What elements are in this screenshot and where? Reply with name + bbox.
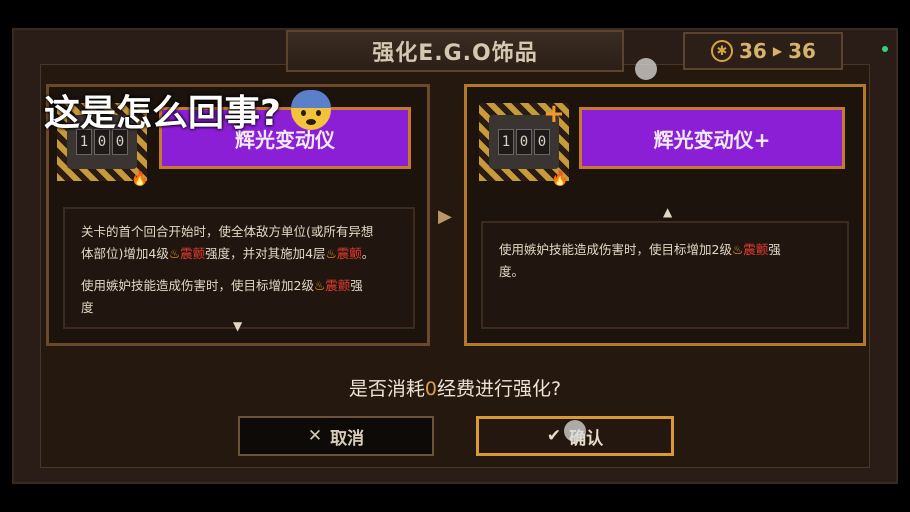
desc-text: 强度，并对其施加4层 [205, 246, 326, 261]
caption-text: 这是怎么回事? [44, 93, 281, 134]
check-icon: ✔ [546, 426, 562, 446]
desc-line: 使用嫉妒技能造成伤害时，使目标增加2级♨震颤强 [499, 239, 831, 261]
item-description[interactable]: 使用嫉妒技能造成伤害时，使目标增加2级♨震颤强 度。 [481, 221, 849, 329]
close-icon: ✕ [307, 426, 323, 446]
desc-text: 体部位)增加4级 [81, 246, 169, 261]
desc-text: 。 [361, 246, 375, 261]
counter-digit: 1 [498, 129, 514, 155]
keyword-tremor: 震颤 [180, 246, 206, 261]
desc-line: 度。 [499, 264, 525, 279]
counter-digit: 0 [534, 129, 550, 155]
level-to: 36 [788, 39, 816, 63]
flame-icon: 🔥 [551, 171, 569, 187]
cancel-label: 取消 [330, 428, 365, 449]
dialog-title-bar: 强化E.G.O饰品 [286, 30, 624, 72]
dialog-title: 强化E.G.O饰品 [372, 41, 538, 66]
counter-digit: 0 [516, 129, 532, 155]
prompt-text: 经费进行强化? [437, 378, 562, 400]
desc-text: 使用嫉妒技能造成伤害时，使目标增加2级 [81, 278, 314, 293]
desc-text: 强 [768, 242, 781, 257]
flame-icon: ♨ [731, 242, 744, 257]
keyword-tremor: 震颤 [325, 278, 351, 293]
desc-line: 关卡的首个回合开始时，使全体敌方单位(或所有异想 [81, 224, 374, 239]
level-arrow-icon: ▶ [772, 44, 783, 58]
item-description[interactable]: 关卡的首个回合开始时，使全体敌方单位(或所有异想 体部位)增加4级♨震颤强度，并… [63, 207, 415, 329]
anxious-face-emoji-icon [290, 90, 331, 130]
flame-icon: ♨ [325, 246, 337, 261]
desc-line: 体部位)增加4级♨震颤强度，并对其施加4层♨震颤。 [81, 243, 397, 265]
flame-icon: 🔥 [131, 171, 149, 187]
level-counter: ✱ 36 ▶ 36 [683, 32, 843, 70]
desc-line: 度 [81, 300, 94, 315]
item-name: 辉光变动仪+ [579, 107, 845, 169]
flame-icon: ♨ [313, 278, 326, 293]
keyword-tremor: 震颤 [743, 242, 769, 257]
sun-icon: ✱ [711, 40, 733, 62]
flame-icon: ♨ [168, 246, 181, 261]
scroll-up-icon[interactable]: ▲ [663, 205, 672, 219]
upgrade-prompt: 是否消耗0经费进行强化? [0, 374, 910, 401]
touch-indicator-icon [635, 58, 657, 80]
desc-text: 使用嫉妒技能造成伤害时，使目标增加2级 [499, 242, 732, 257]
desc-line: 使用嫉妒技能造成伤害时，使目标增加2级♨震颤强 [81, 275, 397, 297]
upgrade-arrow-icon: ▶ [438, 206, 452, 227]
upgrade-cost: 0 [424, 378, 437, 400]
touch-indicator-icon [564, 420, 586, 442]
keyword-tremor: 震颤 [336, 246, 362, 261]
scroll-down-icon[interactable]: ▼ [233, 319, 242, 333]
desc-text: 强 [350, 278, 363, 293]
level-from: 36 [739, 39, 767, 63]
upgraded-item-panel: 1 0 0 + 🔥 辉光变动仪+ ▲ 使用嫉妒技能造成伤害时，使目标增加2级♨震… [464, 84, 866, 346]
plus-icon: + [543, 99, 565, 129]
prompt-text: 是否消耗 [348, 378, 425, 400]
cancel-button[interactable]: ✕ 取消 [238, 416, 434, 456]
status-dot-icon [882, 46, 888, 52]
video-caption-overlay: 这是怎么回事? [44, 84, 331, 136]
